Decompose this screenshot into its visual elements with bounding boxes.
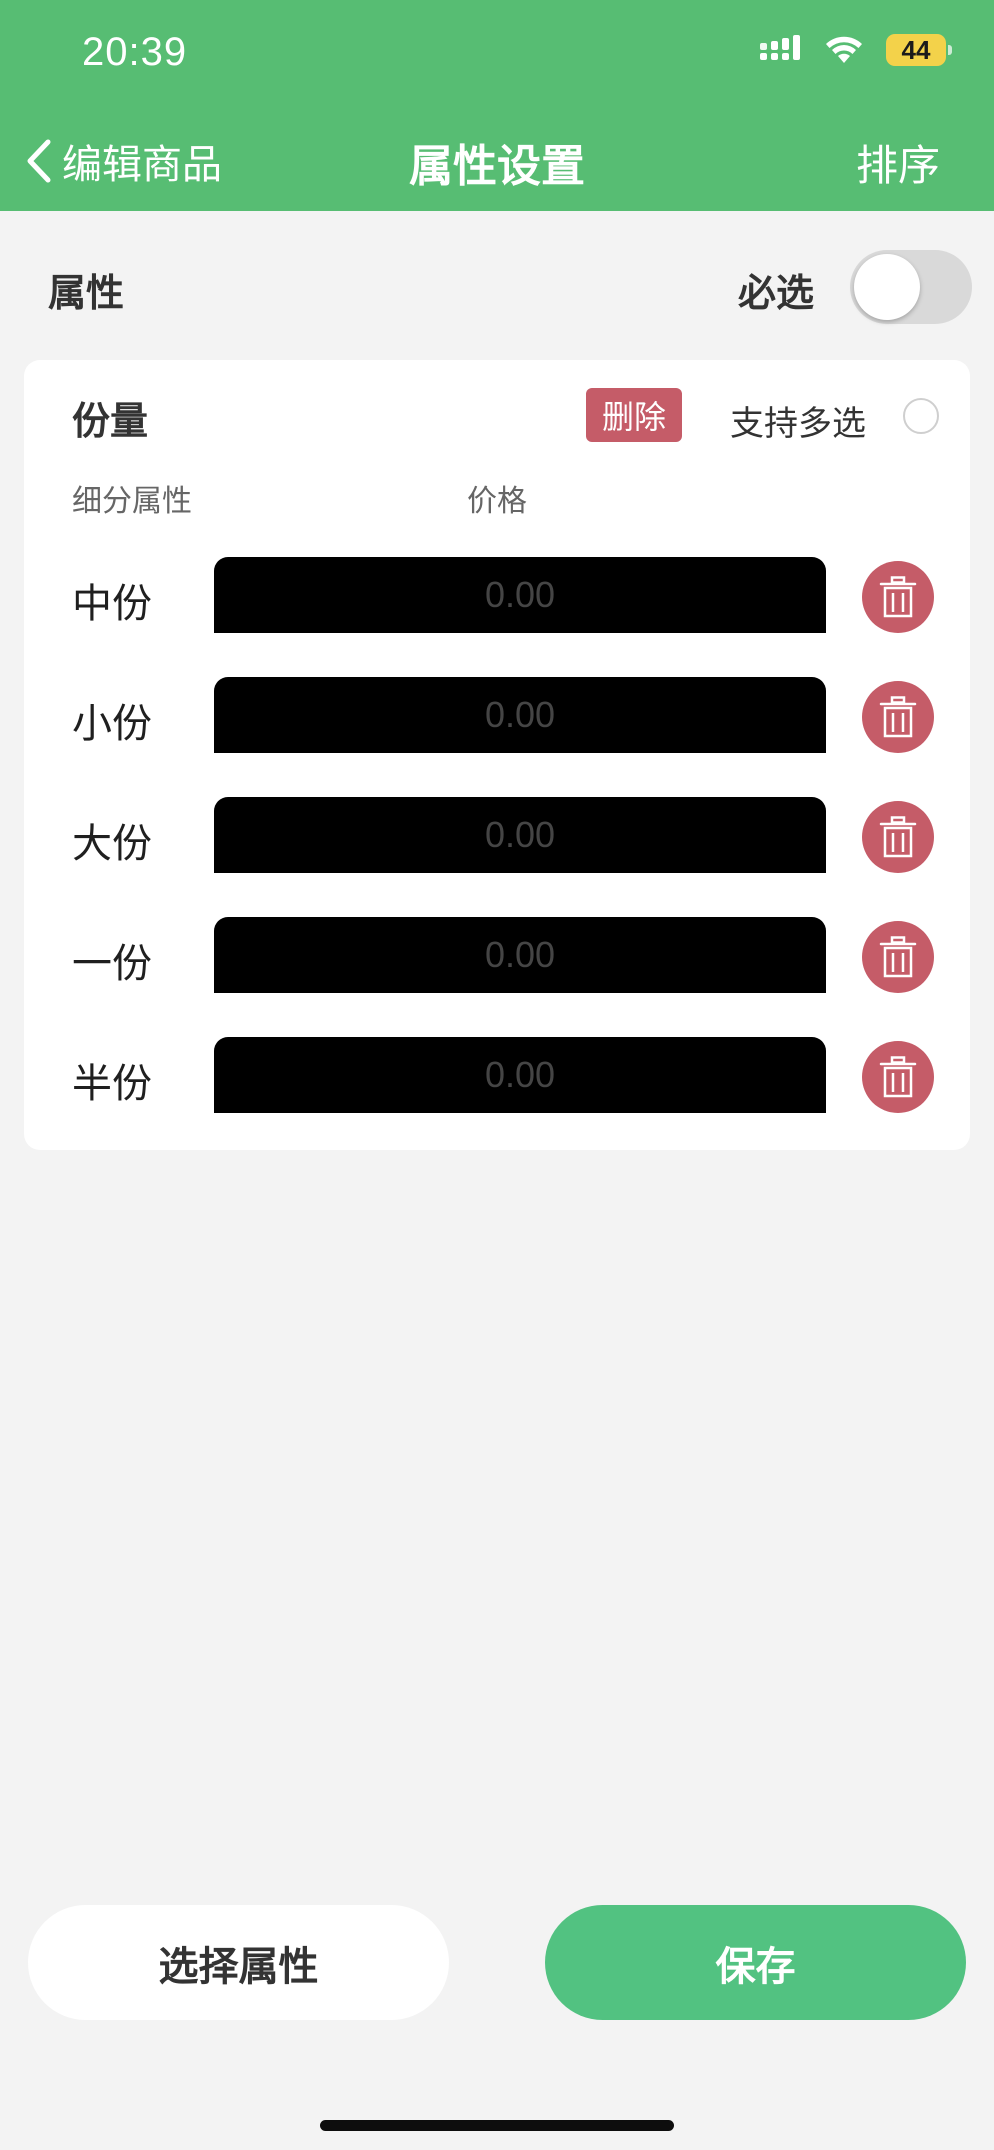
option-label: 大份 [72,821,152,867]
delete-group-button[interactable]: 删除 [586,388,682,442]
header: 20:39 44 编辑商品 属性设置 排序 [0,0,994,211]
battery-icon: 44 [886,34,952,66]
price-input[interactable] [214,797,826,873]
back-label: 编辑商品 [62,142,222,188]
sort-button[interactable]: 排序 [856,132,940,193]
status-time: 20:39 [82,30,188,74]
trash-icon [879,696,917,738]
status-icons: 44 [760,34,952,66]
trash-icon [879,816,917,858]
trash-icon [879,936,917,978]
save-button[interactable]: 保存 [545,1905,966,2020]
attribute-label: 属性 [48,271,125,315]
attribute-row: 属性 必选 [0,250,994,324]
delete-option-button[interactable] [862,1041,934,1113]
option-label: 中份 [72,581,152,627]
required-toggle[interactable] [850,250,972,324]
option-label: 半份 [72,1061,152,1107]
trash-icon [879,576,917,618]
multi-select-label: 支持多选 [730,404,866,444]
option-label: 一份 [72,941,152,987]
multi-select-radio[interactable] [903,398,939,434]
wifi-icon [826,36,862,63]
price-input[interactable] [214,1037,826,1113]
home-indicator [320,2120,674,2131]
delete-option-button[interactable] [862,561,934,633]
required-label: 必选 [737,271,814,315]
price-input[interactable] [214,557,826,633]
attribute-group-card: 份量 删除 支持多选 细分属性 价格 中份 小份 [24,360,970,1150]
trash-icon [879,1056,917,1098]
signal-icon [760,35,800,60]
option-row: 大份 [24,797,970,877]
price-input[interactable] [214,917,826,993]
back-button[interactable]: 编辑商品 [24,132,222,190]
battery-level: 44 [901,34,931,65]
group-name: 份量 [72,399,149,443]
delete-option-button[interactable] [862,801,934,873]
option-row: 半份 [24,1037,970,1117]
price-input[interactable] [214,677,826,753]
delete-option-button[interactable] [862,681,934,753]
option-label: 小份 [72,701,152,747]
chevron-left-icon [27,139,51,183]
page-title: 属性设置 [409,141,585,192]
option-row: 中份 [24,557,970,637]
option-row: 小份 [24,677,970,757]
column-header-price: 价格 [467,484,527,519]
column-header-sub-attribute: 细分属性 [72,484,192,519]
select-attribute-button[interactable]: 选择属性 [28,1905,449,2020]
delete-option-button[interactable] [862,921,934,993]
toggle-knob [854,254,920,320]
option-row: 一份 [24,917,970,997]
